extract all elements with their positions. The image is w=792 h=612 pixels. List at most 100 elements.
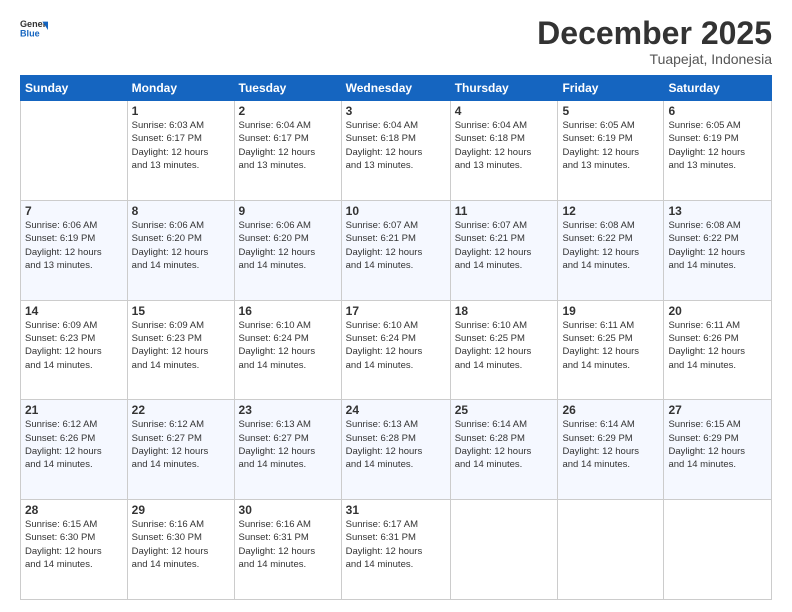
calendar-week-3: 14Sunrise: 6:09 AMSunset: 6:23 PMDayligh… xyxy=(21,300,772,400)
table-row: 30Sunrise: 6:16 AMSunset: 6:31 PMDayligh… xyxy=(234,500,341,600)
day-number: 23 xyxy=(239,403,337,417)
subtitle: Tuapejat, Indonesia xyxy=(537,51,772,67)
calendar-table: Sunday Monday Tuesday Wednesday Thursday… xyxy=(20,75,772,600)
col-wednesday: Wednesday xyxy=(341,76,450,101)
day-number: 1 xyxy=(132,104,230,118)
table-row: 21Sunrise: 6:12 AMSunset: 6:26 PMDayligh… xyxy=(21,400,128,500)
day-number: 22 xyxy=(132,403,230,417)
table-row: 27Sunrise: 6:15 AMSunset: 6:29 PMDayligh… xyxy=(664,400,772,500)
table-row: 2Sunrise: 6:04 AMSunset: 6:17 PMDaylight… xyxy=(234,101,341,201)
table-row: 1Sunrise: 6:03 AMSunset: 6:17 PMDaylight… xyxy=(127,101,234,201)
table-row: 5Sunrise: 6:05 AMSunset: 6:19 PMDaylight… xyxy=(558,101,664,201)
logo-icon: General Blue xyxy=(20,16,48,44)
day-info: Sunrise: 6:17 AMSunset: 6:31 PMDaylight:… xyxy=(346,518,446,571)
table-row: 25Sunrise: 6:14 AMSunset: 6:28 PMDayligh… xyxy=(450,400,558,500)
table-row: 29Sunrise: 6:16 AMSunset: 6:30 PMDayligh… xyxy=(127,500,234,600)
day-number: 13 xyxy=(668,204,767,218)
col-friday: Friday xyxy=(558,76,664,101)
day-number: 19 xyxy=(562,304,659,318)
day-info: Sunrise: 6:04 AMSunset: 6:18 PMDaylight:… xyxy=(346,119,446,172)
day-number: 6 xyxy=(668,104,767,118)
day-number: 28 xyxy=(25,503,123,517)
day-number: 31 xyxy=(346,503,446,517)
table-row: 7Sunrise: 6:06 AMSunset: 6:19 PMDaylight… xyxy=(21,200,128,300)
day-number: 10 xyxy=(346,204,446,218)
calendar-week-2: 7Sunrise: 6:06 AMSunset: 6:19 PMDaylight… xyxy=(21,200,772,300)
table-row: 16Sunrise: 6:10 AMSunset: 6:24 PMDayligh… xyxy=(234,300,341,400)
header-row: Sunday Monday Tuesday Wednesday Thursday… xyxy=(21,76,772,101)
table-row: 8Sunrise: 6:06 AMSunset: 6:20 PMDaylight… xyxy=(127,200,234,300)
day-info: Sunrise: 6:03 AMSunset: 6:17 PMDaylight:… xyxy=(132,119,230,172)
table-row: 23Sunrise: 6:13 AMSunset: 6:27 PMDayligh… xyxy=(234,400,341,500)
day-info: Sunrise: 6:06 AMSunset: 6:20 PMDaylight:… xyxy=(132,219,230,272)
table-row: 18Sunrise: 6:10 AMSunset: 6:25 PMDayligh… xyxy=(450,300,558,400)
day-info: Sunrise: 6:09 AMSunset: 6:23 PMDaylight:… xyxy=(25,319,123,372)
table-row: 28Sunrise: 6:15 AMSunset: 6:30 PMDayligh… xyxy=(21,500,128,600)
page: General Blue December 2025 Tuapejat, Ind… xyxy=(0,0,792,612)
table-row: 3Sunrise: 6:04 AMSunset: 6:18 PMDaylight… xyxy=(341,101,450,201)
table-row: 20Sunrise: 6:11 AMSunset: 6:26 PMDayligh… xyxy=(664,300,772,400)
day-info: Sunrise: 6:06 AMSunset: 6:20 PMDaylight:… xyxy=(239,219,337,272)
day-number: 20 xyxy=(668,304,767,318)
table-row: 11Sunrise: 6:07 AMSunset: 6:21 PMDayligh… xyxy=(450,200,558,300)
day-number: 24 xyxy=(346,403,446,417)
day-number: 25 xyxy=(455,403,554,417)
table-row: 22Sunrise: 6:12 AMSunset: 6:27 PMDayligh… xyxy=(127,400,234,500)
day-info: Sunrise: 6:11 AMSunset: 6:25 PMDaylight:… xyxy=(562,319,659,372)
day-info: Sunrise: 6:04 AMSunset: 6:18 PMDaylight:… xyxy=(455,119,554,172)
month-title: December 2025 xyxy=(537,16,772,51)
day-number: 17 xyxy=(346,304,446,318)
day-number: 29 xyxy=(132,503,230,517)
table-row: 31Sunrise: 6:17 AMSunset: 6:31 PMDayligh… xyxy=(341,500,450,600)
calendar-week-4: 21Sunrise: 6:12 AMSunset: 6:26 PMDayligh… xyxy=(21,400,772,500)
day-number: 15 xyxy=(132,304,230,318)
day-number: 5 xyxy=(562,104,659,118)
header: General Blue December 2025 Tuapejat, Ind… xyxy=(20,16,772,67)
day-info: Sunrise: 6:07 AMSunset: 6:21 PMDaylight:… xyxy=(346,219,446,272)
day-number: 30 xyxy=(239,503,337,517)
table-row: 6Sunrise: 6:05 AMSunset: 6:19 PMDaylight… xyxy=(664,101,772,201)
table-row: 13Sunrise: 6:08 AMSunset: 6:22 PMDayligh… xyxy=(664,200,772,300)
calendar-week-5: 28Sunrise: 6:15 AMSunset: 6:30 PMDayligh… xyxy=(21,500,772,600)
col-sunday: Sunday xyxy=(21,76,128,101)
day-number: 4 xyxy=(455,104,554,118)
col-tuesday: Tuesday xyxy=(234,76,341,101)
table-row: 26Sunrise: 6:14 AMSunset: 6:29 PMDayligh… xyxy=(558,400,664,500)
table-row xyxy=(558,500,664,600)
day-number: 2 xyxy=(239,104,337,118)
day-info: Sunrise: 6:16 AMSunset: 6:31 PMDaylight:… xyxy=(239,518,337,571)
table-row: 24Sunrise: 6:13 AMSunset: 6:28 PMDayligh… xyxy=(341,400,450,500)
calendar-week-1: 1Sunrise: 6:03 AMSunset: 6:17 PMDaylight… xyxy=(21,101,772,201)
logo: General Blue xyxy=(20,16,48,44)
day-number: 27 xyxy=(668,403,767,417)
col-monday: Monday xyxy=(127,76,234,101)
col-saturday: Saturday xyxy=(664,76,772,101)
svg-text:Blue: Blue xyxy=(20,28,40,38)
day-number: 3 xyxy=(346,104,446,118)
table-row: 17Sunrise: 6:10 AMSunset: 6:24 PMDayligh… xyxy=(341,300,450,400)
table-row: 9Sunrise: 6:06 AMSunset: 6:20 PMDaylight… xyxy=(234,200,341,300)
table-row xyxy=(664,500,772,600)
table-row: 19Sunrise: 6:11 AMSunset: 6:25 PMDayligh… xyxy=(558,300,664,400)
col-thursday: Thursday xyxy=(450,76,558,101)
day-number: 14 xyxy=(25,304,123,318)
day-info: Sunrise: 6:12 AMSunset: 6:27 PMDaylight:… xyxy=(132,418,230,471)
day-info: Sunrise: 6:11 AMSunset: 6:26 PMDaylight:… xyxy=(668,319,767,372)
table-row: 4Sunrise: 6:04 AMSunset: 6:18 PMDaylight… xyxy=(450,101,558,201)
day-number: 16 xyxy=(239,304,337,318)
day-number: 9 xyxy=(239,204,337,218)
day-info: Sunrise: 6:07 AMSunset: 6:21 PMDaylight:… xyxy=(455,219,554,272)
day-info: Sunrise: 6:10 AMSunset: 6:25 PMDaylight:… xyxy=(455,319,554,372)
table-row: 15Sunrise: 6:09 AMSunset: 6:23 PMDayligh… xyxy=(127,300,234,400)
day-number: 12 xyxy=(562,204,659,218)
day-info: Sunrise: 6:10 AMSunset: 6:24 PMDaylight:… xyxy=(239,319,337,372)
table-row: 10Sunrise: 6:07 AMSunset: 6:21 PMDayligh… xyxy=(341,200,450,300)
day-number: 18 xyxy=(455,304,554,318)
day-info: Sunrise: 6:15 AMSunset: 6:30 PMDaylight:… xyxy=(25,518,123,571)
day-info: Sunrise: 6:08 AMSunset: 6:22 PMDaylight:… xyxy=(668,219,767,272)
day-info: Sunrise: 6:06 AMSunset: 6:19 PMDaylight:… xyxy=(25,219,123,272)
table-row: 12Sunrise: 6:08 AMSunset: 6:22 PMDayligh… xyxy=(558,200,664,300)
day-info: Sunrise: 6:16 AMSunset: 6:30 PMDaylight:… xyxy=(132,518,230,571)
day-number: 11 xyxy=(455,204,554,218)
day-number: 26 xyxy=(562,403,659,417)
